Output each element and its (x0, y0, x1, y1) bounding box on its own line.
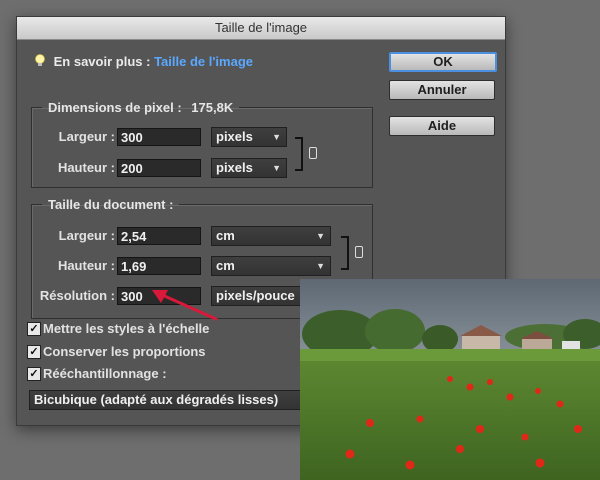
caret-down-icon: ▼ (272, 163, 281, 173)
pixel-height-input[interactable]: 200 (117, 159, 201, 177)
checkmark-icon: ✓ (29, 368, 39, 380)
help-button[interactable]: Aide (389, 116, 495, 136)
pixel-width-unit-select[interactable]: pixels ▼ (211, 127, 287, 147)
pixel-link-bracket (295, 137, 303, 171)
pixel-height-unit-select[interactable]: pixels ▼ (211, 158, 287, 178)
doc-width-label: Largeur : (58, 228, 115, 243)
resample-checkbox[interactable]: ✓ (27, 367, 41, 381)
checkmark-icon: ✓ (29, 323, 39, 335)
cancel-button[interactable]: Annuler (389, 80, 495, 100)
pixel-height-label: Hauteur : (57, 160, 115, 175)
learn-more-label: En savoir plus : (53, 54, 151, 69)
chain-link-icon (355, 246, 363, 258)
learn-more-link[interactable]: Taille de l'image (154, 54, 253, 69)
doc-width-unit-select[interactable]: cm ▼ (211, 226, 331, 246)
resolution-unit-select[interactable]: pixels/pouce (211, 286, 311, 306)
pixel-size-value: 175,8K (191, 100, 234, 115)
doc-height-label: Hauteur : (57, 258, 115, 273)
doc-link-bracket (341, 236, 349, 270)
scale-styles-checkbox[interactable]: ✓ (27, 322, 41, 336)
doc-height-input[interactable]: 1,69 (117, 257, 201, 275)
pixel-width-input[interactable]: 300 (117, 128, 201, 146)
doc-width-input[interactable]: 2,54 (117, 227, 201, 245)
document-size-title: Taille du document : (48, 197, 174, 212)
doc-height-unit-select[interactable]: cm ▼ (211, 256, 331, 276)
constrain-proportions-label: Conserver les proportions (43, 344, 206, 359)
caret-down-icon: ▼ (316, 261, 325, 271)
caret-down-icon: ▼ (272, 132, 281, 142)
learn-more-row: En savoir plus : Taille de l'image (34, 54, 253, 69)
resample-method-select[interactable]: Bicubique (adapté aux dégradés lisses) (29, 390, 319, 410)
pixel-width-label: Largeur : (58, 129, 115, 144)
caret-down-icon: ▼ (316, 231, 325, 241)
constrain-proportions-checkbox[interactable]: ✓ (27, 345, 41, 359)
lightbulb-icon (35, 54, 45, 66)
annotation-arrow (152, 290, 218, 321)
pixel-dimensions-title: Dimensions de pixel : 175,8K (48, 100, 234, 115)
ok-button[interactable]: OK (389, 52, 497, 72)
chain-link-icon (309, 147, 317, 159)
landscape-photo (300, 279, 600, 480)
resolution-label: Résolution : (39, 288, 115, 303)
checkmark-icon: ✓ (29, 346, 39, 358)
dialog-title: Taille de l'image (17, 17, 505, 40)
resample-label: Rééchantillonnage : (43, 366, 167, 381)
